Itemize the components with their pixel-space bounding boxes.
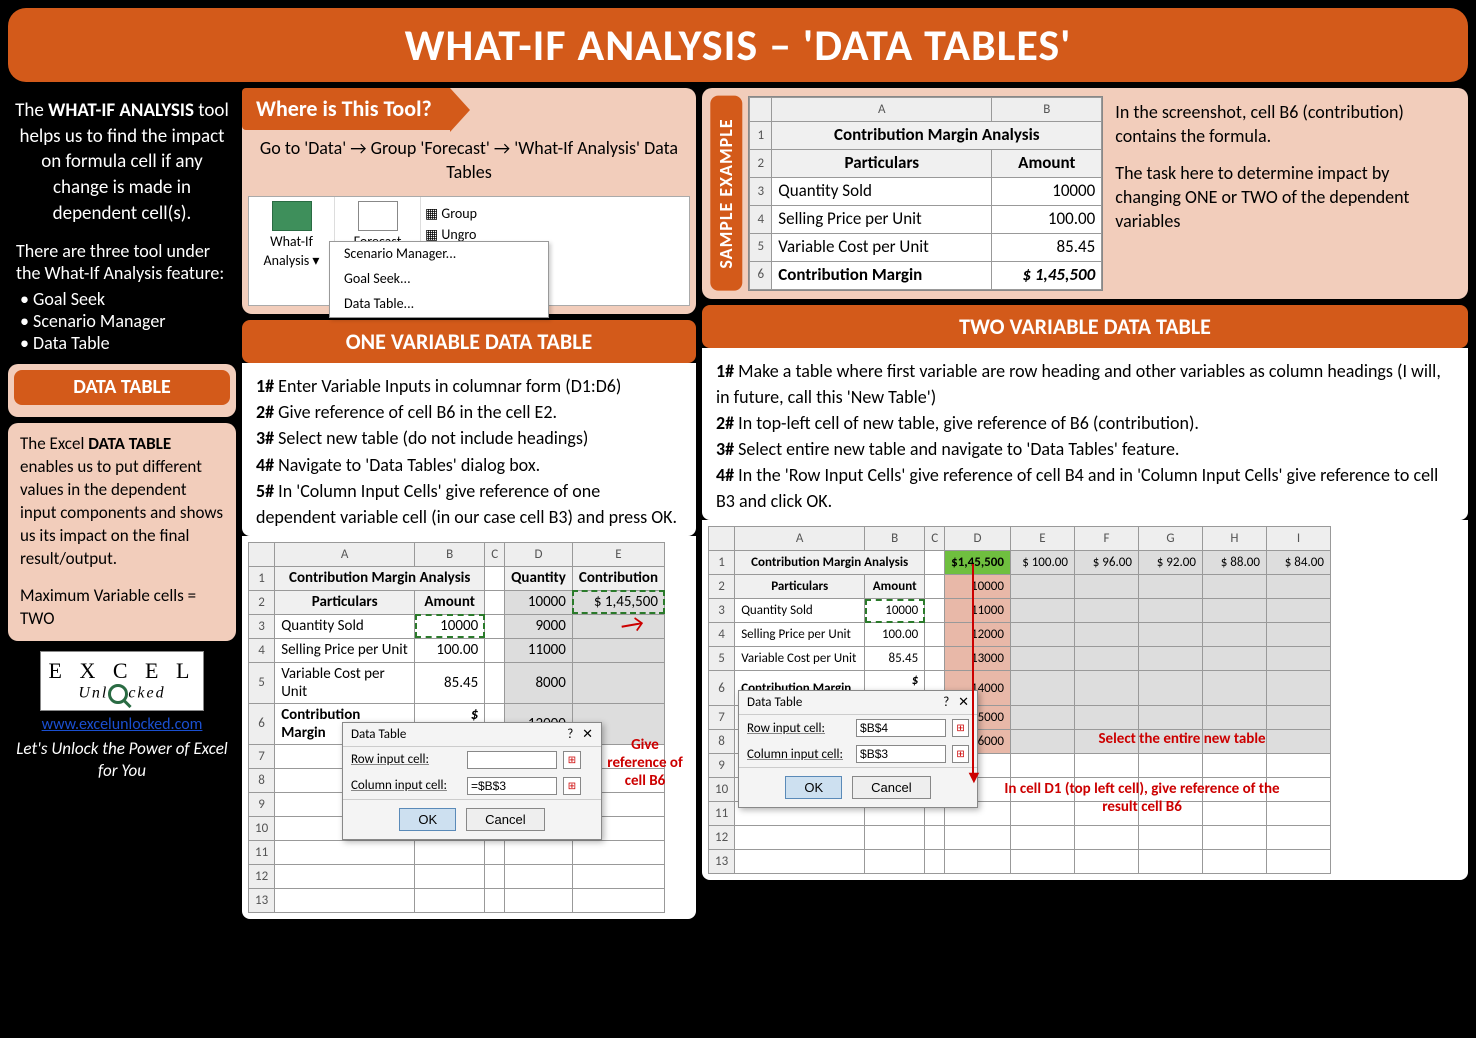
menu-datatable[interactable]: Data Table...	[330, 292, 548, 317]
two-var-callout-1: Select the entire new table	[1062, 730, 1302, 748]
whatif-icon	[272, 201, 312, 231]
website-link[interactable]: www.excelunlocked.com	[12, 715, 232, 734]
ok-button[interactable]: OK	[785, 776, 842, 799]
row-input-1[interactable]	[467, 751, 557, 769]
whatif-ribbon-button[interactable]: What-IfAnalysis ▾	[249, 197, 335, 275]
one-var-steps: 1# Enter Variable Inputs in columnar for…	[242, 363, 696, 536]
cancel-button[interactable]: Cancel	[852, 776, 930, 799]
two-var-title: TWO VARIABLE DATA TABLE	[702, 305, 1468, 348]
sample-note: In the screenshot, cell B6 (contribution…	[1109, 96, 1460, 291]
menu-goalseek[interactable]: Goal Seek...	[330, 267, 548, 292]
close-icon[interactable]: ✕	[958, 695, 969, 710]
help-icon[interactable]: ?	[943, 695, 949, 710]
one-var-visual: ABCDE 1Contribution Margin AnalysisQuant…	[242, 536, 696, 919]
magnify-icon	[108, 684, 128, 704]
datatable-dialog-2: Data Table? ✕ Row input cell:⊞ Column in…	[738, 690, 978, 808]
bullet-goal-seek: Goal Seek	[20, 288, 228, 310]
help-icon[interactable]: ?	[567, 727, 573, 742]
arrow-line	[972, 564, 974, 774]
data-table-header: DATA TABLE	[14, 370, 230, 405]
bullet-scenario: Scenario Manager	[20, 310, 228, 332]
ok-button[interactable]: OK	[399, 808, 456, 831]
two-var-section: TWO VARIABLE DATA TABLE 1# Make a table …	[702, 305, 1468, 1030]
close-icon[interactable]: ✕	[582, 727, 593, 742]
ref-icon[interactable]: ⊞	[563, 751, 581, 769]
ribbon-mock: What-IfAnalysis ▾ ForecastSheet ▦ Group …	[248, 196, 690, 306]
col-input-2[interactable]	[856, 745, 946, 763]
one-var-title: ONE VARIABLE DATA TABLE	[242, 320, 696, 363]
where-tool-box: Where is This Tool? Go to 'Data' → Group…	[242, 88, 696, 314]
data-table-header-box: DATA TABLE	[8, 364, 236, 417]
forecast-icon	[358, 201, 398, 231]
two-var-visual: ABCDEFGHI 1Contribution Margin Analysis$…	[702, 520, 1468, 880]
sample-excel-table: AB 1Contribution Margin Analysis 2Partic…	[749, 97, 1102, 290]
logo-area: E X C E L Unlcked www.excelunlocked.com …	[8, 647, 236, 786]
col-input-1[interactable]	[467, 777, 557, 795]
sample-label: SAMPLE EXAMPLE	[710, 96, 742, 291]
cancel-button[interactable]: Cancel	[466, 808, 544, 831]
main-title: WHAT-IF ANALYSIS – 'DATA TABLES'	[28, 18, 1448, 72]
datatable-dialog-1: Data Table? ✕ Row input cell:⊞ Column in…	[342, 722, 602, 840]
where-header: Where is This Tool?	[242, 88, 450, 130]
tagline: Let's Unlock the Power of Excel for You	[12, 738, 232, 782]
arrow-head-icon: ▼	[965, 766, 983, 788]
ref-icon[interactable]: ⊞	[563, 777, 581, 795]
intro-box: The WHAT-IF ANALYSIS tool helps us to fi…	[8, 88, 236, 358]
one-var-callout: Give reference of cell B6	[600, 736, 690, 790]
two-var-callout-2: In cell D1 (top left cell), give referen…	[1002, 780, 1282, 816]
two-var-steps: 1# Make a table where first variable are…	[702, 348, 1468, 521]
one-var-section: ONE VARIABLE DATA TABLE 1# Enter Variabl…	[242, 320, 696, 1030]
ref-icon[interactable]: ⊞	[952, 719, 969, 737]
bullet-data-table: Data Table	[20, 332, 228, 354]
whatif-dropdown-menu: Scenario Manager... Goal Seek... Data Ta…	[329, 241, 549, 318]
row-input-2[interactable]	[856, 719, 946, 737]
main-title-bar: WHAT-IF ANALYSIS – 'DATA TABLES'	[8, 8, 1468, 82]
menu-scenario[interactable]: Scenario Manager...	[330, 242, 548, 267]
brand-logo: E X C E L Unlcked	[40, 651, 205, 711]
sample-example-box: SAMPLE EXAMPLE AB 1Contribution Margin A…	[702, 88, 1468, 299]
where-path: Go to 'Data' → Group 'Forecast' → 'What-…	[242, 130, 696, 193]
data-table-body-box: The Excel DATA TABLE enables us to put d…	[8, 423, 236, 641]
ref-icon[interactable]: ⊞	[952, 745, 969, 763]
